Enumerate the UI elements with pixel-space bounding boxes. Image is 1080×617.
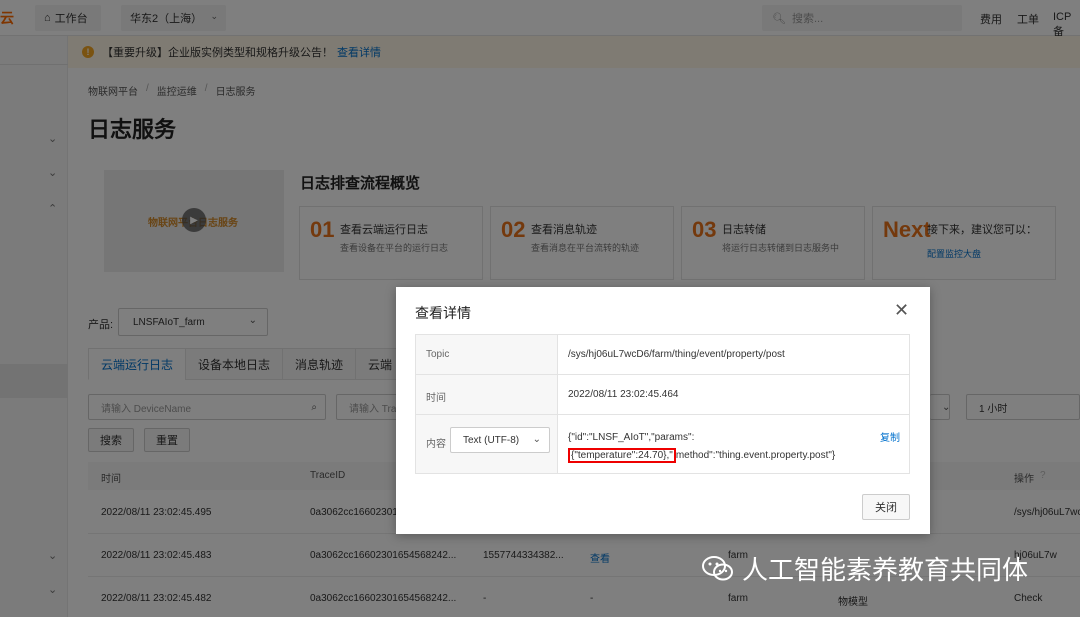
dialog-title: 查看详情 — [415, 305, 471, 321]
encoding-value: Text (UTF-8) — [463, 434, 520, 446]
detail-row-time: 时间 2022/08/11 23:02:45.464 — [416, 375, 909, 415]
detail-label-cell: 内容 Text (UTF-8) ⌄ — [416, 415, 558, 473]
wechat-icon — [702, 555, 733, 580]
encoding-select[interactable]: Text (UTF-8) ⌄ — [450, 427, 550, 453]
watermark-text: 人工智能素养教育共同体 — [742, 555, 1029, 585]
detail-label: Topic — [426, 349, 450, 360]
detail-label-cell: Topic — [416, 335, 558, 374]
detail-table: Topic /sys/hj06uL7wcD6/farm/thing/event/… — [415, 334, 910, 474]
watermark: 人工智能素养教育共同体 — [700, 550, 1028, 587]
payload-content: {"id":"LNSF_AIoT","params": {"temperatur… — [568, 429, 868, 465]
close-icon[interactable]: ✕ — [894, 300, 909, 321]
detail-label-cell: 时间 — [416, 375, 558, 414]
detail-row-topic: Topic /sys/hj06uL7wcD6/farm/thing/event/… — [416, 335, 909, 375]
detail-row-content: 内容 Text (UTF-8) ⌄ {"id":"LNSF_AIoT","par… — [416, 415, 909, 473]
detail-label: 时间 — [426, 393, 446, 404]
detail-label: 内容 — [426, 439, 446, 450]
close-button[interactable]: 关闭 — [862, 494, 910, 520]
chevron-down-icon: ⌄ — [532, 434, 541, 445]
time-value: 2022/08/11 23:02:45.464 — [568, 389, 679, 400]
payload-line: {"temperature":24.70}," method":"thing.ev… — [568, 447, 868, 465]
copy-button[interactable]: 复制 — [880, 429, 900, 444]
highlighted-temperature: {"temperature":24.70}," — [568, 448, 676, 463]
detail-dialog: 查看详情 ✕ Topic /sys/hj06uL7wcD6/farm/thing… — [396, 287, 930, 534]
topic-value: /sys/hj06uL7wcD6/farm/thing/event/proper… — [568, 349, 785, 360]
payload-line: {"id":"LNSF_AIoT","params": — [568, 432, 695, 443]
payload-method: method":"thing.event.property.post"} — [675, 450, 836, 461]
